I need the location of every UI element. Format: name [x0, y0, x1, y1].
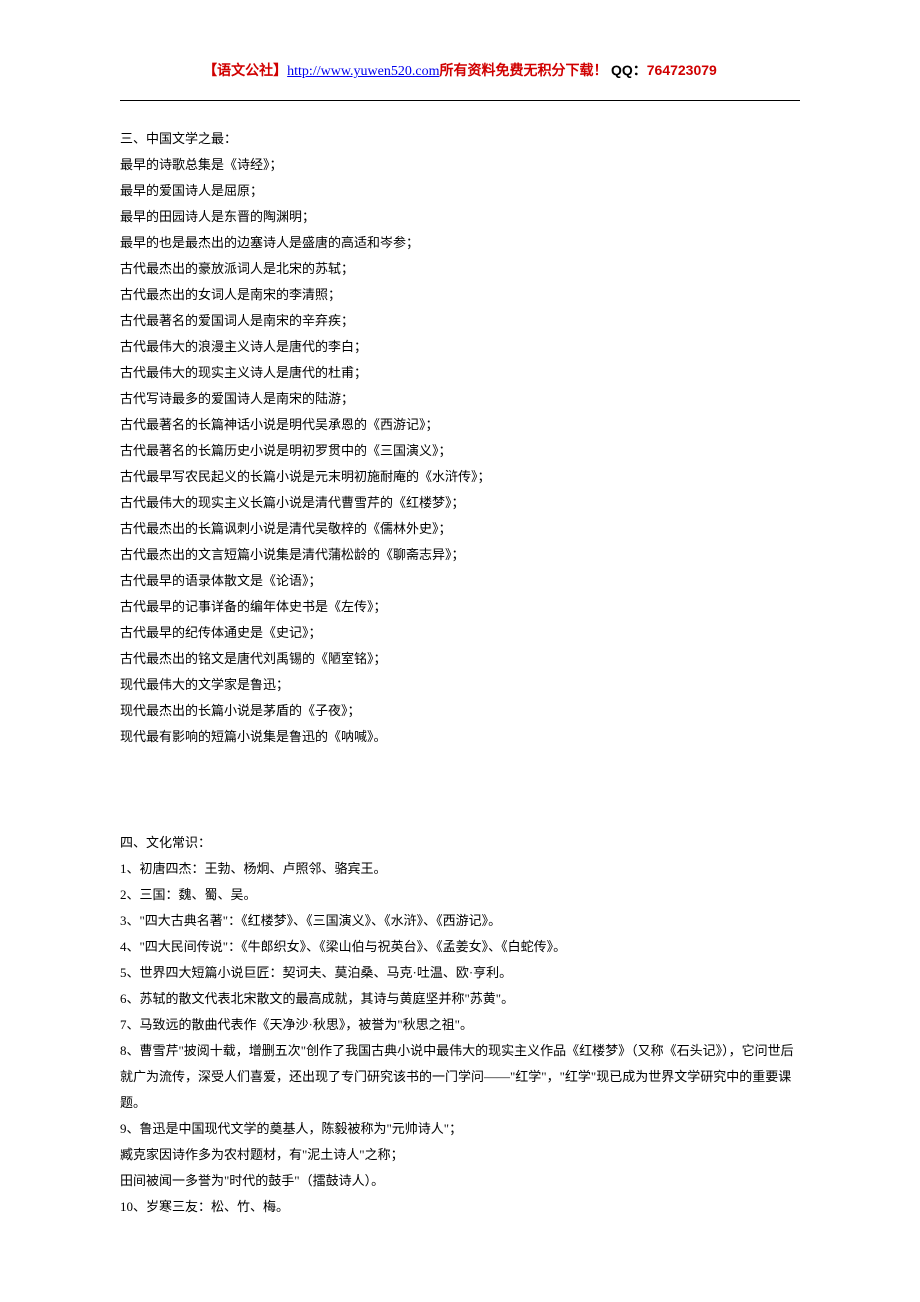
document-page: 【语文公社】http://www.yuwen520.com所有资料免费无积分下载…	[0, 0, 920, 1300]
section-4-heading: 四、文化常识：	[120, 830, 800, 856]
page-header: 【语文公社】http://www.yuwen520.com所有资料免费无积分下载…	[120, 60, 800, 80]
brand-label: 【语文公社】	[203, 64, 287, 79]
body-line: 古代最早的语录体散文是《论语》；	[120, 568, 800, 594]
body-line: 最早的爱国诗人是屈原；	[120, 178, 800, 204]
content-body: 三、中国文学之最： 最早的诗歌总集是《诗经》； 最早的爱国诗人是屈原； 最早的田…	[120, 126, 800, 1220]
body-line: 古代最早的纪传体通史是《史记》；	[120, 620, 800, 646]
body-line: 古代最杰出的铭文是唐代刘禹锡的《陋室铭》；	[120, 646, 800, 672]
body-line: 古代最伟大的浪漫主义诗人是唐代的李白；	[120, 334, 800, 360]
body-line: 古代写诗最多的爱国诗人是南宋的陆游；	[120, 386, 800, 412]
body-line: 7、马致远的散曲代表作《天净沙·秋思》，被誉为"秋思之祖"。	[120, 1012, 800, 1038]
body-line: 5、世界四大短篇小说巨匠：契诃夫、莫泊桑、马克·吐温、欧·亨利。	[120, 960, 800, 986]
body-line: 古代最杰出的长篇讽刺小说是清代吴敬梓的《儒林外史》；	[120, 516, 800, 542]
body-line: 古代最早的记事详备的编年体史书是《左传》；	[120, 594, 800, 620]
body-line: 10、岁寒三友：松、竹、梅。	[120, 1194, 800, 1220]
body-line: 最早的也是最杰出的边塞诗人是盛唐的高适和岑参；	[120, 230, 800, 256]
body-line: 古代最伟大的现实主义长篇小说是清代曹雪芹的《红楼梦》；	[120, 490, 800, 516]
body-line: 2、三国：魏、蜀、吴。	[120, 882, 800, 908]
body-line: 现代最有影响的短篇小说集是鲁迅的《呐喊》。	[120, 724, 800, 750]
body-line: 古代最著名的爱国词人是南宋的辛弃疾；	[120, 308, 800, 334]
qq-number: 764723079	[647, 62, 717, 78]
body-line: 田间被闻一多誉为"时代的鼓手"（擂鼓诗人）。	[120, 1168, 800, 1194]
body-line: 1、初唐四杰：王勃、杨炯、卢照邻、骆宾王。	[120, 856, 800, 882]
body-line: 8、曹雪芹"披阅十载，增删五次"创作了我国古典小说中最伟大的现实主义作品《红楼梦…	[120, 1038, 800, 1116]
qq-label: QQ：	[611, 62, 647, 78]
tagline: 所有资料免费无积分下载！	[439, 64, 607, 79]
body-line: 古代最杰出的豪放派词人是北宋的苏轼；	[120, 256, 800, 282]
body-line: 6、苏轼的散文代表北宋散文的最高成就，其诗与黄庭坚并称"苏黄"。	[120, 986, 800, 1012]
body-line: 古代最杰出的女词人是南宋的李清照；	[120, 282, 800, 308]
body-line: 9、鲁迅是中国现代文学的奠基人，陈毅被称为"元帅诗人"；	[120, 1116, 800, 1142]
section-3-heading: 三、中国文学之最：	[120, 126, 800, 152]
header-divider	[120, 100, 800, 101]
body-line: 古代最早写农民起义的长篇小说是元末明初施耐庵的《水浒传》；	[120, 464, 800, 490]
body-line: 4、"四大民间传说"：《牛郎织女》、《梁山伯与祝英台》、《孟姜女》、《白蛇传》。	[120, 934, 800, 960]
body-line: 现代最伟大的文学家是鲁迅；	[120, 672, 800, 698]
body-line: 最早的诗歌总集是《诗经》；	[120, 152, 800, 178]
body-line: 臧克家因诗作多为农村题材，有"泥土诗人"之称；	[120, 1142, 800, 1168]
site-link[interactable]: http://www.yuwen520.com	[287, 64, 439, 79]
body-line: 古代最伟大的现实主义诗人是唐代的杜甫；	[120, 360, 800, 386]
body-line: 古代最杰出的文言短篇小说集是清代蒲松龄的《聊斋志异》；	[120, 542, 800, 568]
body-line: 现代最杰出的长篇小说是茅盾的《子夜》；	[120, 698, 800, 724]
body-line: 古代最著名的长篇历史小说是明初罗贯中的《三国演义》；	[120, 438, 800, 464]
body-line: 3、"四大古典名著"：《红楼梦》、《三国演义》、《水浒》、《西游记》。	[120, 908, 800, 934]
body-line: 古代最著名的长篇神话小说是明代吴承恩的《西游记》；	[120, 412, 800, 438]
body-line: 最早的田园诗人是东晋的陶渊明；	[120, 204, 800, 230]
